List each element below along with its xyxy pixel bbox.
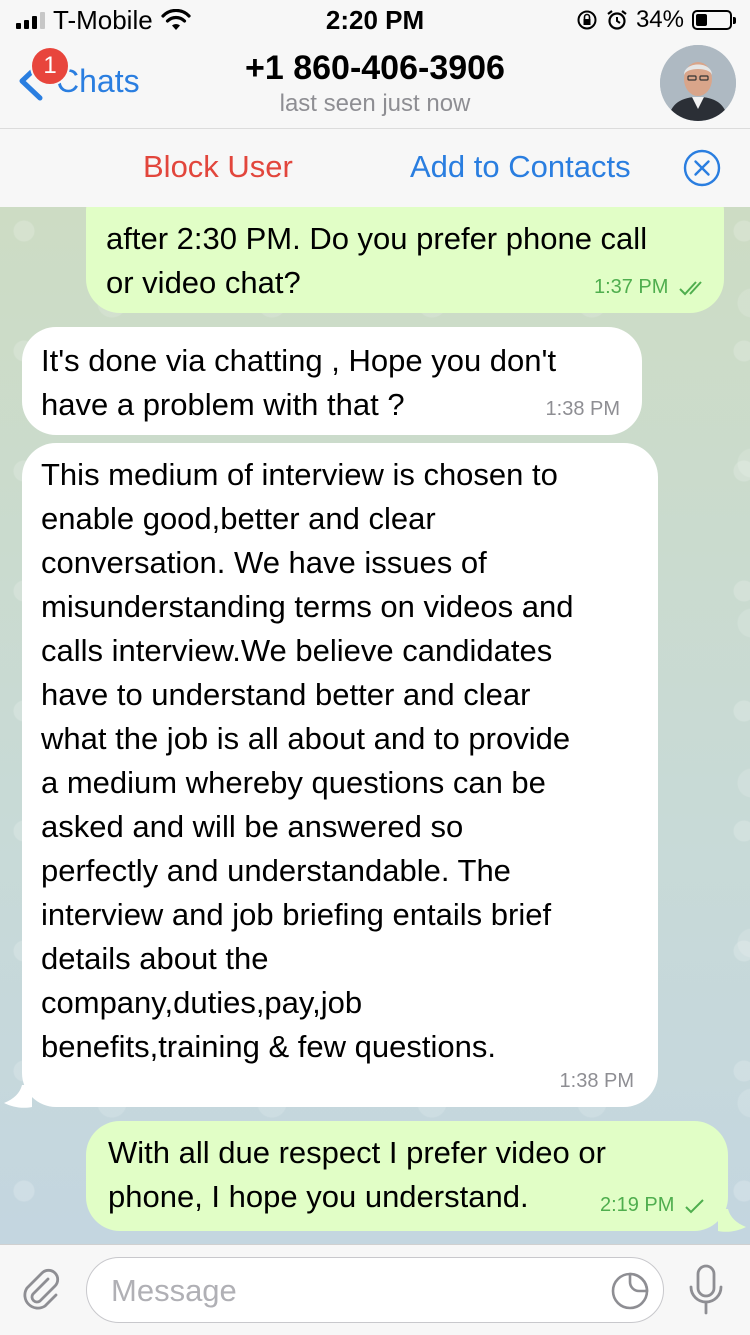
double-check-icon: [679, 281, 702, 296]
message-bubble-outgoing[interactable]: With all due respect I prefer video or p…: [86, 1121, 728, 1231]
message-time: 1:38 PM: [559, 1070, 634, 1092]
single-check-icon: [685, 1199, 704, 1214]
unknown-contact-actions: Block User Add to Contacts: [0, 128, 750, 208]
message-input[interactable]: Message: [86, 1257, 664, 1323]
microphone-icon[interactable]: [686, 1263, 726, 1317]
bubble-tail: [4, 1085, 32, 1108]
message-composer: Message: [0, 1244, 750, 1335]
avatar-photo: [660, 45, 736, 121]
message-text: It's done via chatting , Hope you don't …: [41, 343, 557, 422]
message-text: This medium of interview is chosen to en…: [41, 457, 574, 1064]
battery-percent: 34%: [635, 6, 684, 33]
message-placeholder: Message: [111, 1273, 237, 1308]
bubble-tail: [718, 1209, 746, 1232]
avatar[interactable]: [660, 45, 736, 121]
add-to-contacts-button[interactable]: Add to Contacts: [410, 149, 631, 185]
message-bubble-incoming[interactable]: This medium of interview is chosen to en…: [22, 443, 658, 1107]
message-time: 2:19 PM: [600, 1193, 706, 1217]
message-time-label: 1:37 PM: [593, 276, 669, 298]
orientation-lock-icon: [577, 10, 597, 30]
message-list[interactable]: after 2:30 PM. Do you prefer phone call …: [0, 207, 750, 1244]
block-user-button[interactable]: Block User: [143, 149, 293, 185]
battery-icon: [692, 10, 736, 30]
close-circle-icon[interactable]: [683, 149, 721, 187]
sticker-icon[interactable]: [609, 1270, 651, 1312]
paperclip-icon[interactable]: [18, 1265, 64, 1311]
message-time: 1:37 PM: [594, 275, 710, 299]
message-bubble-incoming[interactable]: It's done via chatting , Hope you don't …: [22, 327, 642, 435]
contact-phone-title[interactable]: +1 860-406-3906: [0, 48, 750, 88]
status-right: 34%: [576, 6, 736, 34]
last-seen-status: last seen just now: [279, 90, 471, 117]
alarm-icon: [607, 10, 627, 30]
message-time-label: 2:19 PM: [599, 1194, 675, 1216]
message-bubble-outgoing[interactable]: after 2:30 PM. Do you prefer phone call …: [86, 207, 724, 313]
status-bar: T-Mobile 2:20 PM 34%: [0, 0, 750, 40]
message-time: 1:38 PM: [545, 398, 620, 420]
chat-header: Chats 1 +1 860-406-3906 last seen just n…: [0, 40, 750, 128]
